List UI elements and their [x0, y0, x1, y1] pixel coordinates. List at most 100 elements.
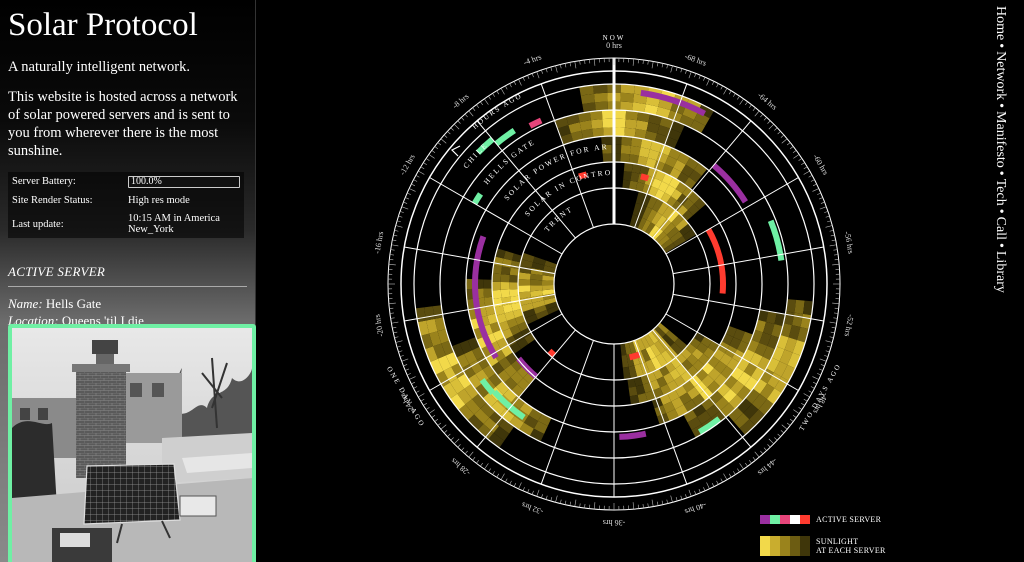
- sunlight-segment: [614, 118, 626, 128]
- sunlight-segment: [594, 101, 608, 111]
- hour-tick: [798, 158, 803, 161]
- active-server-heading: ACTIVE SERVER: [8, 264, 247, 287]
- hour-tick: [694, 490, 697, 495]
- hour-tick: [801, 162, 805, 165]
- hour-tick: [389, 312, 394, 314]
- hour-tick: [390, 249, 395, 251]
- hours-ago-label-text: HOURS AGO: [471, 92, 522, 131]
- hour-tick: [405, 197, 410, 200]
- server-name-label: TRENT: [542, 204, 574, 233]
- hour-tick: [513, 81, 517, 86]
- hour-tick: [706, 482, 710, 489]
- hour-tick: [752, 456, 756, 461]
- hour-tick: [399, 355, 404, 357]
- hour-label: -32 hrs: [520, 500, 544, 516]
- nav-tech[interactable]: Tech: [993, 179, 1008, 206]
- hour-tick: [409, 188, 416, 192]
- hour-tick: [423, 403, 427, 406]
- hour-tick: [531, 490, 534, 495]
- hour-tick: [472, 107, 476, 112]
- hour-tick: [447, 131, 451, 135]
- hour-tick: [411, 381, 416, 385]
- legend-sunlight-label: SUNLIGHT AT EACH SERVER: [816, 537, 886, 555]
- legend-sunlight-line1: SUNLIGHT: [816, 537, 859, 546]
- hour-tick: [748, 459, 752, 464]
- radial-chart-svg[interactable]: 0 hrs -4 hrs -8 hrs -12 hrs -16 hrs -20 hrs -2…: [256, 0, 976, 562]
- hour-tick: [632, 58, 634, 66]
- sunlight-segment: [492, 264, 503, 275]
- nav-network[interactable]: Network: [993, 51, 1008, 100]
- sunlight-segment: [623, 162, 634, 173]
- hour-label: -36 hrs: [603, 518, 625, 527]
- nav-manifesto[interactable]: Manifesto: [993, 111, 1008, 168]
- nav-library[interactable]: Library: [993, 251, 1008, 293]
- hour-tick: [832, 302, 840, 304]
- hour-tick: [434, 418, 439, 422]
- hour-tick: [391, 244, 399, 247]
- hour-tick: [780, 134, 785, 138]
- hour-tick: [675, 497, 678, 502]
- sunlight-segment: [492, 281, 501, 291]
- hour-tick: [425, 158, 430, 161]
- hour-label: -52 hrs: [843, 314, 856, 338]
- sunlight-segment: [500, 274, 510, 283]
- site-title[interactable]: Solar Protocol: [8, 6, 247, 44]
- hour-tick: [488, 95, 491, 100]
- hour-tick: [420, 166, 425, 170]
- hour-tick: [825, 350, 830, 353]
- hour-tick: [559, 64, 562, 69]
- hour-tick: [437, 422, 442, 426]
- hour-tick: [754, 110, 760, 117]
- hour-tick: [825, 225, 833, 228]
- hour-tick: [661, 63, 664, 68]
- hour-tick: [666, 64, 669, 69]
- hour-tick: [447, 433, 451, 437]
- hour-label: -40 hrs: [684, 500, 708, 516]
- battery-label: Server Battery:: [12, 176, 76, 187]
- solar-sunlight-radial-chart[interactable]: 0 hrs -4 hrs -8 hrs -12 hrs -16 hrs -20 hrs -2…: [256, 0, 976, 562]
- hour-tick: [632, 502, 634, 510]
- hour-tick: [457, 120, 461, 124]
- active-server-photo-frame: [8, 324, 256, 562]
- hour-tick: [819, 358, 827, 362]
- hour-tick: [803, 393, 810, 398]
- active-server-marker: [711, 162, 748, 204]
- hour-tick: [428, 409, 435, 414]
- sunlight-segment: [580, 93, 595, 105]
- hour-label: -16 hrs: [373, 231, 386, 255]
- hour-tick: [728, 90, 732, 95]
- hour-tick: [536, 71, 540, 79]
- hour-tick: [803, 170, 810, 175]
- hour-tick: [476, 459, 480, 464]
- hour-tick: [781, 138, 788, 144]
- hour-tick: [706, 79, 710, 86]
- nav-home[interactable]: Home: [993, 6, 1008, 40]
- hour-tick: [584, 504, 586, 509]
- sunlight-segment: [603, 127, 614, 137]
- sunlight-segment: [509, 274, 519, 283]
- hour-tick: [569, 62, 571, 67]
- hour-tick: [666, 499, 669, 504]
- hour-tick: [413, 386, 418, 389]
- hour-tick: [401, 206, 409, 210]
- nav-call[interactable]: Call: [993, 217, 1008, 240]
- hour-tick: [415, 175, 420, 178]
- hour-tick: [831, 327, 836, 329]
- hour-label: -64 hrs: [756, 91, 779, 112]
- hour-tick: [703, 77, 706, 81]
- hour-tick: [798, 407, 803, 410]
- hour-tick: [450, 437, 454, 441]
- hour-tick: [457, 444, 461, 448]
- hour-tick: [550, 497, 553, 502]
- hour-tick: [793, 154, 800, 159]
- hour-tick: [395, 340, 403, 343]
- hour-tick: [505, 85, 508, 90]
- hour-tick: [390, 317, 395, 319]
- hour-tick: [393, 234, 398, 237]
- hour-tick: [808, 390, 813, 393]
- hour-tick: [423, 162, 427, 165]
- hour-tick: [754, 451, 760, 458]
- hour-tick: [440, 424, 447, 430]
- hour-tick: [833, 317, 838, 319]
- vertical-nav: Home • Network • Manifesto • Tech • Call • Library: [990, 6, 1010, 306]
